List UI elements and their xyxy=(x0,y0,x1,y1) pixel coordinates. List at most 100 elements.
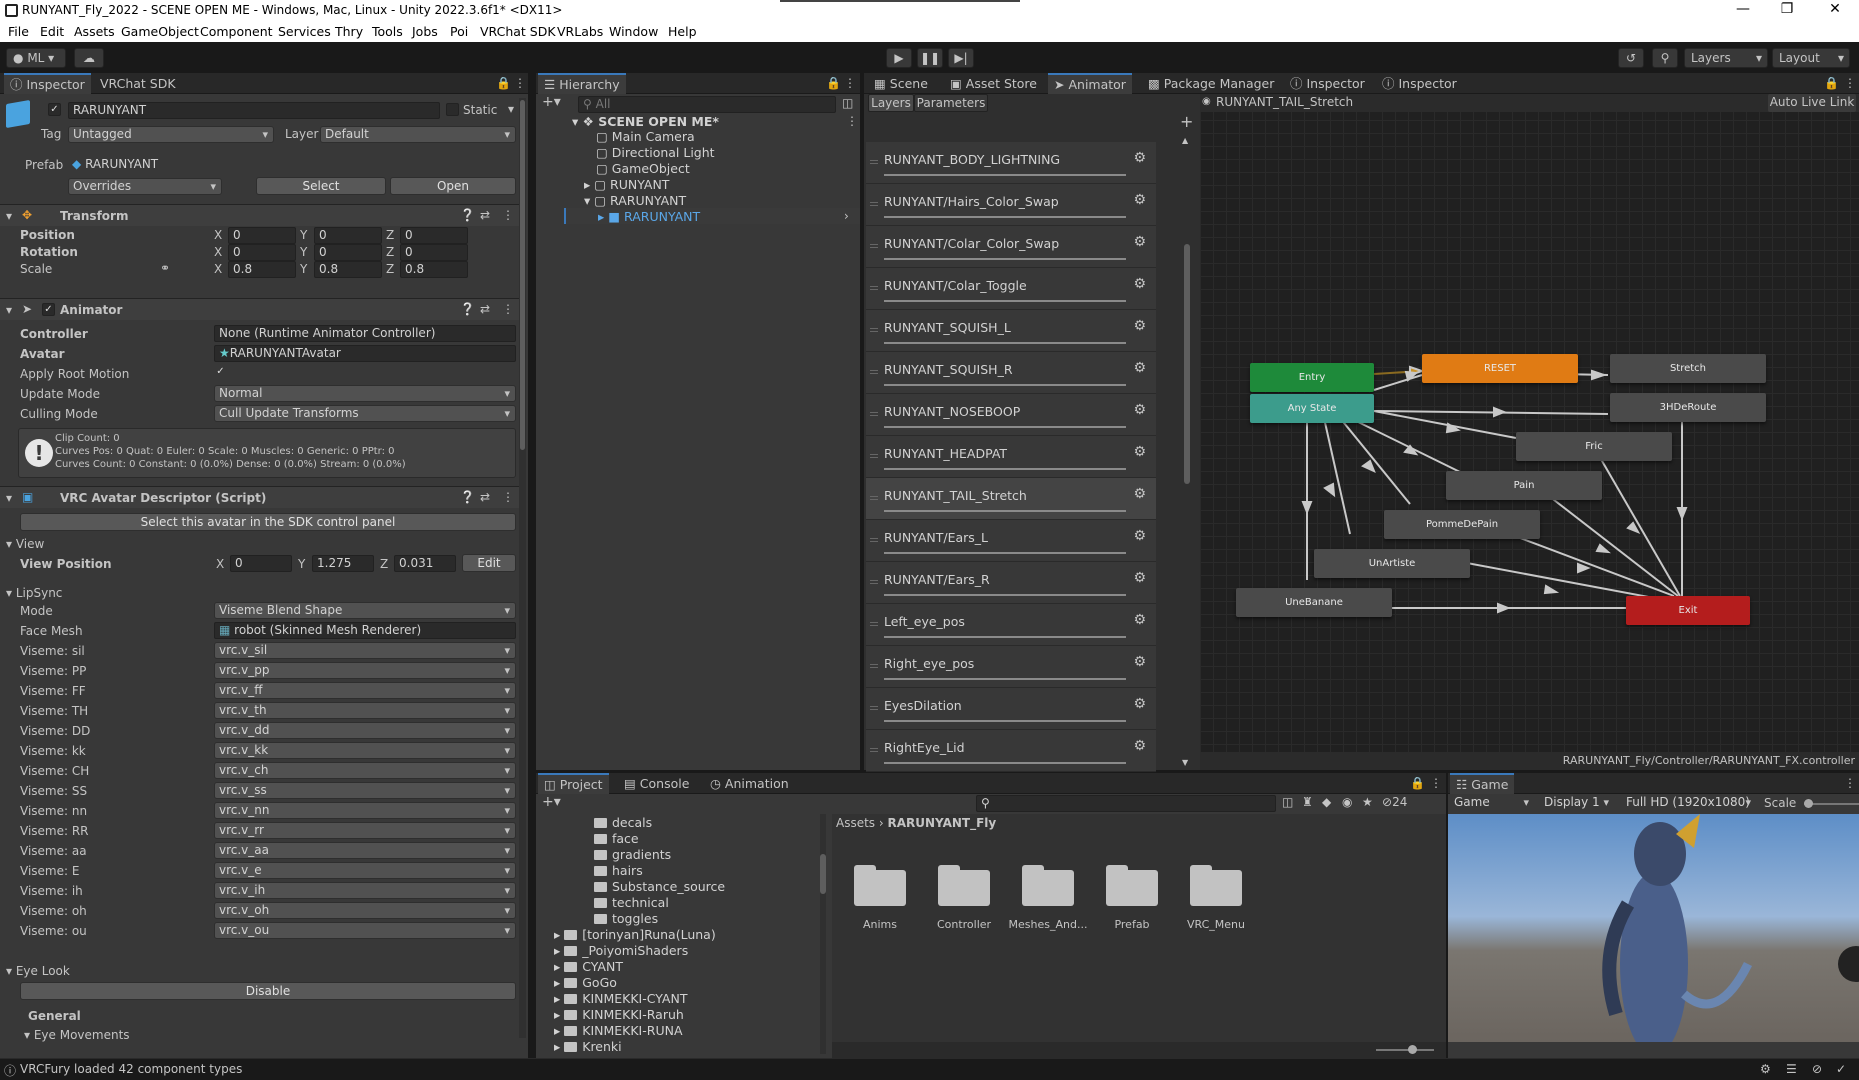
scene-visibility-icon[interactable]: ◫ xyxy=(842,96,853,110)
animator-layer-row[interactable]: EyesDilation ⚙ xyxy=(866,688,1156,730)
layer-dropdown[interactable]: Default xyxy=(320,126,516,143)
preset-icon[interactable]: ⇄ xyxy=(480,302,490,316)
drag-handle-icon[interactable] xyxy=(870,454,878,455)
prefab-field[interactable]: ◆ RARUNYANT xyxy=(68,157,516,174)
static-checkbox[interactable] xyxy=(446,103,459,116)
favorite-icon[interactable]: ★ xyxy=(1362,795,1373,809)
viseme-dropdown[interactable]: vrc.v_ch xyxy=(214,762,516,779)
vrc-descriptor-header[interactable]: ▾ ▣ VRC Avatar Descriptor (Script) ❔ ⇄ ⋮ xyxy=(0,486,520,508)
viseme-dropdown[interactable]: vrc.v_aa xyxy=(214,842,516,859)
zoom-slider-thumb[interactable] xyxy=(1408,1045,1417,1054)
static-dropdown-icon[interactable]: ▾ xyxy=(508,102,514,116)
gear-icon[interactable]: ⚙ xyxy=(1133,486,1146,502)
hierarchy-item-main-camera[interactable]: ▢ Main Camera xyxy=(596,129,695,144)
add-icon[interactable]: +▾ xyxy=(542,94,561,110)
folder-icon[interactable] xyxy=(1020,862,1076,906)
debug-icon[interactable]: ⚙ xyxy=(1760,1062,1771,1076)
chevron-right-icon[interactable]: › xyxy=(844,209,849,223)
animator-layer-row[interactable]: RightEye_Lid ⚙ xyxy=(866,730,1156,772)
kebab-menu-icon[interactable]: ⋮ xyxy=(1844,776,1856,790)
project-tree-item[interactable]: ▸ GoGo xyxy=(554,975,617,990)
lipsync-foldout[interactable]: ▾ LipSync xyxy=(6,586,62,600)
asset-folder-label[interactable]: Anims xyxy=(840,918,920,931)
play-icon[interactable]: ▶ xyxy=(886,48,912,68)
hierarchy-item-rarunyant[interactable]: ▾ ▢ RARUNYANT xyxy=(584,193,686,208)
folder-icon[interactable] xyxy=(1188,862,1244,906)
breadcrumb-leaf[interactable]: RARUNYANT_Fly xyxy=(888,816,997,830)
drag-handle-icon[interactable] xyxy=(870,412,878,413)
search-by-type-icon[interactable]: ◫ xyxy=(1282,795,1293,809)
scale-z-field[interactable]: 0.8 xyxy=(400,261,468,278)
culling-mode-dropdown[interactable]: Cull Update Transforms xyxy=(214,405,516,422)
kebab-menu-icon[interactable]: ⋮ xyxy=(502,302,514,316)
hierarchy-search-input[interactable]: ⚲ All xyxy=(578,96,836,113)
eye-movements-foldout[interactable]: ▾ Eye Movements xyxy=(24,1028,130,1042)
eye-look-disable-button[interactable]: Disable xyxy=(20,982,516,1000)
tab-project[interactable]: ◫ Project xyxy=(538,773,609,794)
zoom-slider[interactable] xyxy=(1376,1045,1434,1054)
animator-layer-row[interactable]: RUNYANT_SQUISH_L ⚙ xyxy=(866,310,1156,352)
parameters-subtab[interactable]: Parameters xyxy=(914,94,988,112)
view-y-field[interactable]: 1.275 xyxy=(312,555,374,572)
pause-icon[interactable]: ❚❚ xyxy=(917,48,943,68)
viseme-dropdown[interactable]: vrc.v_th xyxy=(214,702,516,719)
maximize-button[interactable]: ❐ xyxy=(1772,1,1802,17)
project-tree-item[interactable]: ▸ Krenki xyxy=(554,1039,622,1054)
project-tree-item[interactable]: Substance_source xyxy=(594,879,725,894)
drag-handle-icon[interactable] xyxy=(870,370,878,371)
face-mesh-field[interactable]: ▦ robot (Skinned Mesh Renderer) xyxy=(214,622,516,639)
gear-icon[interactable]: ⚙ xyxy=(1133,276,1146,292)
game-viewport[interactable] xyxy=(1448,814,1859,1042)
select-in-sdk-button[interactable]: Select this avatar in the SDK control pa… xyxy=(20,513,516,531)
viseme-dropdown[interactable]: vrc.v_ou xyxy=(214,922,516,939)
menu-tools[interactable]: Tools xyxy=(372,24,403,39)
layers-scrollbar[interactable] xyxy=(1184,244,1190,484)
menu-window[interactable]: Window xyxy=(609,24,658,39)
menu-help[interactable]: Help xyxy=(668,24,697,39)
account-dropdown[interactable]: ● ML ▾ xyxy=(6,48,66,68)
menu-poi[interactable]: Poi xyxy=(450,24,468,39)
viseme-dropdown[interactable]: vrc.v_ff xyxy=(214,682,516,699)
layout-dropdown[interactable]: Layout ▾ xyxy=(1772,48,1850,68)
lock-icon[interactable]: 🔒 xyxy=(826,76,841,90)
object-name-field[interactable]: RARUNYANT xyxy=(68,102,440,119)
menu-vrlabs[interactable]: VRLabs xyxy=(557,24,603,39)
animator-layer-row[interactable]: Right_eye_pos ⚙ xyxy=(866,646,1156,688)
scrollbar-thumb[interactable] xyxy=(520,100,525,450)
tab-package-manager[interactable]: ▩ Package Manager xyxy=(1142,73,1280,94)
animator-layer-row[interactable]: RUNYANT_BODY_LIGHTNING ⚙ xyxy=(866,142,1156,184)
gear-icon[interactable]: ⚙ xyxy=(1133,696,1146,712)
scale-slider[interactable] xyxy=(1804,799,1859,808)
state-exit[interactable]: Exit xyxy=(1626,596,1750,625)
controller-field[interactable]: None (Runtime Animator Controller) xyxy=(214,325,516,342)
project-tree-item[interactable]: ▸ CYANT xyxy=(554,959,623,974)
state-pommedepain[interactable]: PommeDePain xyxy=(1384,510,1540,539)
preset-icon[interactable]: ⇄ xyxy=(480,490,490,504)
position-y-field[interactable]: 0 xyxy=(314,227,382,244)
animator-layer-row[interactable]: Left_eye_pos ⚙ xyxy=(866,604,1156,646)
gear-icon[interactable]: ⚙ xyxy=(1133,654,1146,670)
project-tree-item[interactable]: ▸ KINMEKKI-CYANT xyxy=(554,991,687,1006)
error-filter-icon[interactable]: ◉ xyxy=(1342,795,1352,809)
tab-animator[interactable]: ➤ Animator xyxy=(1048,73,1132,94)
viseme-dropdown[interactable]: vrc.v_oh xyxy=(214,902,516,919)
animator-layer-row[interactable]: RUNYANT/Colar_Color_Swap ⚙ xyxy=(866,226,1156,268)
kebab-menu-icon[interactable]: ⋮ xyxy=(502,208,514,222)
lock-icon[interactable]: 🔒 xyxy=(1824,76,1839,90)
project-tree-item[interactable]: face xyxy=(594,831,639,846)
expand-arrow-icon[interactable]: ▸ xyxy=(554,1023,564,1038)
tab-hierarchy[interactable]: ☰ Hierarchy xyxy=(538,73,626,94)
help-icon[interactable]: ❔ xyxy=(460,490,475,504)
update-mode-dropdown[interactable]: Normal xyxy=(214,385,516,402)
expand-arrow-icon[interactable]: ▸ xyxy=(554,927,564,942)
asset-folder-label[interactable]: VRC_Menu xyxy=(1176,918,1256,931)
state-pain[interactable]: Pain xyxy=(1446,471,1602,500)
animator-graph[interactable]: ◉ ◉ RUNYANT_TAIL_Stretch Auto Live Link xyxy=(1200,94,1859,770)
drag-handle-icon[interactable] xyxy=(870,286,878,287)
gear-icon[interactable]: ⚙ xyxy=(1133,612,1146,628)
layers-dropdown[interactable]: Layers ▾ xyxy=(1684,48,1768,68)
minimize-button[interactable]: — xyxy=(1728,1,1758,17)
project-tree-item[interactable]: ▸ _PoiyomiShaders xyxy=(554,943,688,958)
help-icon[interactable]: ❔ xyxy=(460,208,475,222)
state-fric[interactable]: Fric xyxy=(1516,432,1672,461)
